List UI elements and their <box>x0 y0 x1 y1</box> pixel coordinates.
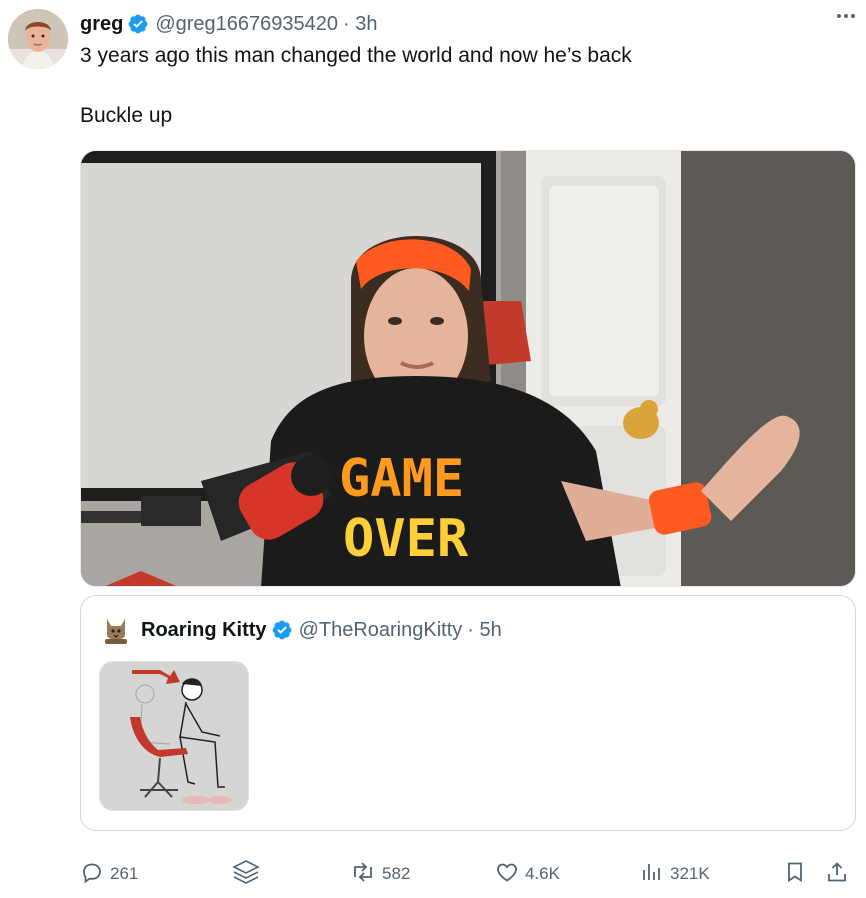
shirt-text-over: OVER <box>343 509 469 569</box>
tweet-media-image[interactable]: GAME OVER <box>80 150 856 587</box>
views-icon <box>640 860 670 889</box>
quoted-illustration <box>100 662 248 810</box>
like-count: 4.6K <box>525 864 560 883</box>
quoted-header: Roaring Kitty @TheRoaringKitty · 5h <box>101 614 502 646</box>
share-button[interactable] <box>825 855 855 893</box>
share-icon <box>825 860 855 889</box>
quoted-tweet[interactable]: Roaring Kitty @TheRoaringKitty · 5h <box>80 595 856 831</box>
quoted-avatar[interactable] <box>101 615 131 645</box>
reply-count: 261 <box>110 864 139 883</box>
views-button[interactable]: 321K <box>640 855 710 893</box>
tweet-text-line-1: 3 years ago this man changed the world a… <box>80 44 632 67</box>
bookmark-button[interactable] <box>783 855 813 893</box>
like-icon <box>495 860 525 889</box>
action-bar: 261 582 4.6K 321K <box>80 855 856 893</box>
author-name[interactable]: greg <box>80 13 123 36</box>
repost-count: 582 <box>382 864 411 883</box>
grok-button[interactable] <box>230 855 268 893</box>
quoted-author-handle[interactable]: @TheRoaringKitty <box>299 619 463 642</box>
tweet-text-line-2: Buckle up <box>80 104 173 127</box>
grok-icon <box>230 856 268 893</box>
quoted-tweet-time[interactable]: · 5h <box>467 619 501 642</box>
bookmark-icon <box>783 860 813 889</box>
tweet-header: greg @greg16676935420 · 3h <box>80 10 852 38</box>
repost-icon <box>350 860 382 889</box>
more-icon[interactable] <box>834 4 858 34</box>
tweet-time[interactable]: · 3h <box>343 13 377 36</box>
quoted-author-name[interactable]: Roaring Kitty <box>141 619 267 642</box>
author-avatar[interactable] <box>8 9 68 69</box>
reply-icon <box>80 860 110 889</box>
verified-badge-icon <box>127 13 149 35</box>
shirt-text-game: GAME <box>339 449 464 509</box>
author-handle[interactable]: @greg16676935420 <box>155 13 338 36</box>
like-button[interactable]: 4.6K <box>495 855 560 893</box>
repost-button[interactable]: 582 <box>350 855 410 893</box>
quoted-media-image[interactable] <box>99 661 249 811</box>
views-count: 321K <box>670 864 710 883</box>
verified-badge-icon <box>271 619 293 641</box>
reply-button[interactable]: 261 <box>80 855 138 893</box>
media-illustration: GAME OVER <box>81 151 855 586</box>
